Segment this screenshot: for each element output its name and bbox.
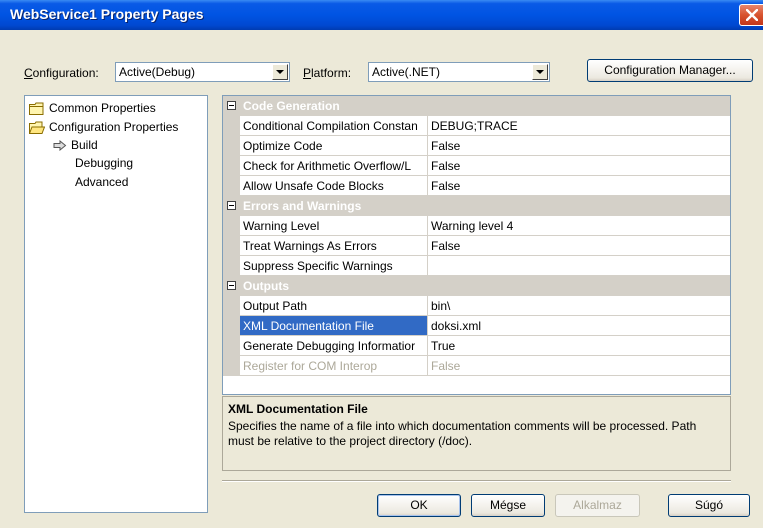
property-row[interactable]: Output Path bin\ <box>223 296 730 316</box>
row-gutter <box>223 156 240 176</box>
collapse-icon[interactable] <box>227 101 236 110</box>
configuration-select[interactable]: Active(Debug) <box>115 62 290 82</box>
configuration-manager-button[interactable]: Configuration Manager... <box>587 59 753 82</box>
chevron-down-icon <box>536 70 544 74</box>
property-row[interactable]: Warning Level Warning level 4 <box>223 216 730 236</box>
row-gutter <box>223 356 240 376</box>
property-value[interactable]: False <box>428 136 730 156</box>
category-errors-and-warnings[interactable]: Errors and Warnings <box>223 196 730 216</box>
description-pane: XML Documentation File Specifies the nam… <box>222 396 731 471</box>
property-row-selected[interactable]: XML Documentation File doksi.xml <box>223 316 730 336</box>
property-name: Generate Debugging Informatior <box>240 336 428 356</box>
collapse-icon[interactable] <box>227 281 236 290</box>
tree-item-label: Build <box>71 138 98 152</box>
property-row[interactable]: Treat Warnings As Errors False <box>223 236 730 256</box>
row-gutter <box>223 316 240 336</box>
row-gutter <box>223 116 240 136</box>
tree-item-label: Advanced <box>75 175 129 189</box>
title-bar[interactable]: WebService1 Property Pages <box>0 0 763 30</box>
property-row-disabled: Register for COM Interop False <box>223 356 730 376</box>
property-value[interactable]: False <box>428 156 730 176</box>
property-value[interactable]: True <box>428 336 730 356</box>
configuration-label: Configuration: <box>24 66 99 80</box>
tree-item-common-properties[interactable]: Common Properties <box>29 99 156 117</box>
category-label: Errors and Warnings <box>243 199 362 213</box>
row-gutter <box>223 216 240 236</box>
property-value[interactable]: False <box>428 176 730 196</box>
property-row[interactable]: Suppress Specific Warnings <box>223 256 730 276</box>
category-label: Outputs <box>243 279 289 293</box>
property-row[interactable]: Conditional Compilation Constan DEBUG;TR… <box>223 116 730 136</box>
row-gutter <box>223 236 240 256</box>
configuration-value: Active(Debug) <box>119 65 196 79</box>
property-name: XML Documentation File <box>240 316 428 336</box>
chevron-down-icon <box>276 70 284 74</box>
window-title: WebService1 Property Pages <box>10 6 204 22</box>
arrow-right-icon <box>53 139 67 151</box>
property-row[interactable]: Allow Unsafe Code Blocks False <box>223 176 730 196</box>
settings-tree[interactable]: Common Properties Configuration Properti… <box>24 95 208 513</box>
close-icon <box>746 9 758 21</box>
tree-item-build[interactable]: Build <box>53 136 98 154</box>
description-text: Specifies the name of a file into which … <box>228 419 697 448</box>
help-button[interactable]: Súgó <box>668 494 750 517</box>
property-value[interactable] <box>428 256 730 276</box>
property-grid[interactable]: Code Generation Conditional Compilation … <box>222 95 731 395</box>
cancel-button[interactable]: Mégse <box>471 494 545 517</box>
collapse-icon[interactable] <box>227 201 236 210</box>
property-name: Conditional Compilation Constan <box>240 116 428 136</box>
folder-icon <box>29 102 44 115</box>
category-outputs[interactable]: Outputs <box>223 276 730 296</box>
configuration-dropdown-button[interactable] <box>272 64 288 80</box>
footer-separator <box>222 480 731 482</box>
row-gutter <box>223 256 240 276</box>
property-value[interactable]: False <box>428 236 730 256</box>
property-value[interactable]: bin\ <box>428 296 730 316</box>
property-name: Optimize Code <box>240 136 428 156</box>
folder-open-icon <box>29 121 45 134</box>
property-value: False <box>428 356 730 376</box>
property-name: Allow Unsafe Code Blocks <box>240 176 428 196</box>
property-value[interactable]: Warning level 4 <box>428 216 730 236</box>
platform-select[interactable]: Active(.NET) <box>368 62 550 82</box>
property-row[interactable]: Generate Debugging Informatior True <box>223 336 730 356</box>
tree-item-debugging[interactable]: Debugging <box>75 154 133 172</box>
property-value[interactable]: doksi.xml <box>428 316 730 336</box>
row-gutter <box>223 336 240 356</box>
property-name: Register for COM Interop <box>240 356 428 376</box>
category-code-generation[interactable]: Code Generation <box>223 96 730 116</box>
property-row[interactable]: Optimize Code False <box>223 136 730 156</box>
platform-label: Platform: <box>303 66 352 80</box>
description-title: XML Documentation File <box>228 402 368 416</box>
category-label: Code Generation <box>243 99 340 113</box>
ok-button[interactable]: OK <box>377 494 461 517</box>
tree-item-advanced[interactable]: Advanced <box>75 173 128 191</box>
row-gutter <box>223 176 240 196</box>
property-value[interactable]: DEBUG;TRACE <box>428 116 730 136</box>
platform-dropdown-button[interactable] <box>532 64 548 80</box>
property-pages-window: WebService1 Property Pages Configuration… <box>0 0 763 528</box>
tree-item-label: Debugging <box>75 156 134 170</box>
property-name: Warning Level <box>240 216 428 236</box>
apply-button: Alkalmaz <box>555 494 640 517</box>
tree-item-configuration-properties[interactable]: Configuration Properties <box>29 118 178 136</box>
row-gutter <box>223 296 240 316</box>
tree-item-label: Configuration Properties <box>49 120 179 134</box>
property-name: Suppress Specific Warnings <box>240 256 428 276</box>
close-button[interactable] <box>739 4 763 26</box>
tree-item-label: Common Properties <box>49 101 156 115</box>
property-name: Treat Warnings As Errors <box>240 236 428 256</box>
row-gutter <box>223 136 240 156</box>
property-name: Output Path <box>240 296 428 316</box>
property-name: Check for Arithmetic Overflow/L <box>240 156 428 176</box>
property-row[interactable]: Check for Arithmetic Overflow/L False <box>223 156 730 176</box>
platform-value: Active(.NET) <box>372 65 441 79</box>
